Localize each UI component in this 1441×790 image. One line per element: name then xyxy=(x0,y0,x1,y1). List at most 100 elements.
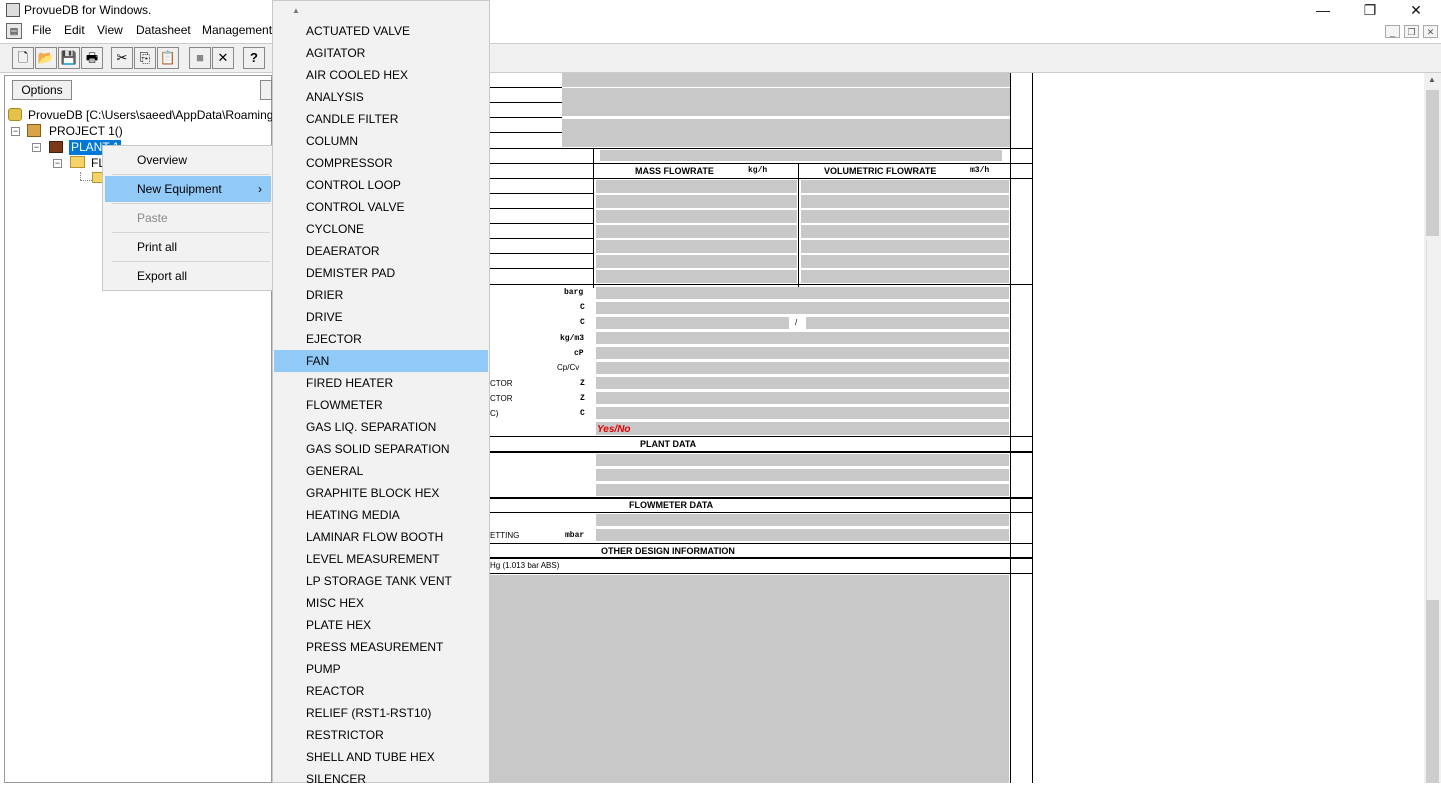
field[interactable] xyxy=(596,317,789,329)
volumetric-field[interactable] xyxy=(801,240,1009,253)
print-icon[interactable]: 🖶 xyxy=(81,47,103,69)
mass-field[interactable] xyxy=(596,225,797,238)
equipment-item-analysis[interactable]: ANALYSIS xyxy=(274,86,488,108)
new-icon[interactable]: 🗋 xyxy=(12,47,34,69)
maximize-button[interactable]: ❐ xyxy=(1347,0,1393,21)
equipment-item-candle-filter[interactable]: CANDLE FILTER xyxy=(274,108,488,130)
equipment-item-laminar-flow-booth[interactable]: LAMINAR FLOW BOOTH xyxy=(274,526,488,548)
equipment-item-drier[interactable]: DRIER xyxy=(274,284,488,306)
equipment-item-fired-heater[interactable]: FIRED HEATER xyxy=(274,372,488,394)
equipment-item-restrictor[interactable]: RESTRICTOR xyxy=(274,724,488,746)
equipment-item-flowmeter[interactable]: FLOWMETER xyxy=(274,394,488,416)
field[interactable] xyxy=(596,302,1009,314)
field[interactable] xyxy=(596,392,1009,404)
help-icon[interactable]: ? xyxy=(243,47,265,69)
save-icon[interactable]: 💾 xyxy=(58,47,80,69)
field[interactable] xyxy=(596,469,1009,481)
mdi-close-button[interactable]: ✕ xyxy=(1423,25,1438,38)
ctx-paste[interactable]: Paste xyxy=(105,205,271,231)
field[interactable] xyxy=(596,332,1009,344)
equipment-item-heating-media[interactable]: HEATING MEDIA xyxy=(274,504,488,526)
equipment-item-pump[interactable]: PUMP xyxy=(274,658,488,680)
minimize-button[interactable]: — xyxy=(1300,0,1346,21)
equipment-item-general[interactable]: GENERAL xyxy=(274,460,488,482)
equipment-item-level-measurement[interactable]: LEVEL MEASUREMENT xyxy=(274,548,488,570)
field[interactable] xyxy=(596,287,1009,299)
ctx-new-equipment[interactable]: New Equipment xyxy=(105,176,271,202)
open-icon[interactable]: 📂 xyxy=(35,47,57,69)
equipment-item-agitator[interactable]: AGITATOR xyxy=(274,42,488,64)
equipment-item-cyclone[interactable]: CYCLONE xyxy=(274,218,488,240)
field[interactable] xyxy=(596,362,1009,374)
mass-field[interactable] xyxy=(596,240,797,253)
mass-field[interactable] xyxy=(596,210,797,223)
equipment-item-column[interactable]: COLUMN xyxy=(274,130,488,152)
equipment-item-ejector[interactable]: EJECTOR xyxy=(274,328,488,350)
ctx-print-all[interactable]: Print all xyxy=(105,234,271,260)
equipment-item-demister-pad[interactable]: DEMISTER PAD xyxy=(274,262,488,284)
volumetric-field[interactable] xyxy=(801,195,1009,208)
notes-field[interactable] xyxy=(490,575,1009,783)
mass-field[interactable] xyxy=(596,255,797,268)
equipment-item-compressor[interactable]: COMPRESSOR xyxy=(274,152,488,174)
yes-no-field[interactable] xyxy=(596,422,1009,435)
equipment-item-air-cooled-hex[interactable]: AIR COOLED HEX xyxy=(274,64,488,86)
options-button[interactable]: Options xyxy=(12,80,72,100)
cut-icon[interactable]: ✂ xyxy=(111,47,133,69)
collapse-project-icon[interactable]: − xyxy=(11,127,20,136)
field[interactable] xyxy=(596,407,1009,419)
volumetric-field[interactable] xyxy=(801,270,1009,283)
scroll-up-icon[interactable]: ▲ xyxy=(288,6,304,18)
tree-project-label[interactable]: PROJECT 1() xyxy=(49,124,123,138)
volumetric-field[interactable] xyxy=(801,180,1009,193)
volumetric-field[interactable] xyxy=(801,225,1009,238)
equipment-item-relief-rst1-rst10[interactable]: RELIEF (RST1-RST10) xyxy=(274,702,488,724)
equipment-item-gas-liq-separation[interactable]: GAS LIQ. SEPARATION xyxy=(274,416,488,438)
scrollbar-thumb[interactable] xyxy=(1426,90,1439,236)
field[interactable] xyxy=(562,88,1010,116)
close-button[interactable]: ✕ xyxy=(1393,0,1439,21)
equipment-item-gas-solid-separation[interactable]: GAS SOLID SEPARATION xyxy=(274,438,488,460)
delete-icon[interactable]: ✕ xyxy=(212,47,234,69)
equipment-item-actuated-valve[interactable]: ACTUATED VALVE xyxy=(274,20,488,42)
field[interactable] xyxy=(562,73,1010,87)
equipment-item-misc-hex[interactable]: MISC HEX xyxy=(274,592,488,614)
scroll-up-icon[interactable]: ▲ xyxy=(1428,75,1436,84)
mdi-restore-button[interactable]: ❐ xyxy=(1404,25,1419,38)
field[interactable] xyxy=(596,529,1009,541)
field[interactable] xyxy=(596,347,1009,359)
field[interactable] xyxy=(596,454,1009,466)
equipment-item-shell-and-tube-hex[interactable]: SHELL AND TUBE HEX xyxy=(274,746,488,768)
equipment-item-graphite-block-hex[interactable]: GRAPHITE BLOCK HEX xyxy=(274,482,488,504)
equipment-item-press-measurement[interactable]: PRESS MEASUREMENT xyxy=(274,636,488,658)
collapse-folder-icon[interactable]: − xyxy=(53,159,62,168)
equipment-item-control-valve[interactable]: CONTROL VALVE xyxy=(274,196,488,218)
ctx-export-all[interactable]: Export all xyxy=(105,263,271,289)
equipment-item-plate-hex[interactable]: PLATE HEX xyxy=(274,614,488,636)
equipment-item-control-loop[interactable]: CONTROL LOOP xyxy=(274,174,488,196)
menu-edit[interactable]: Edit xyxy=(64,23,85,37)
field[interactable] xyxy=(600,150,1002,161)
mass-field[interactable] xyxy=(596,195,797,208)
equipment-item-drive[interactable]: DRIVE xyxy=(274,306,488,328)
scrollbar-track[interactable] xyxy=(1426,240,1439,600)
mass-field[interactable] xyxy=(596,270,797,283)
collapse-plant-icon[interactable]: − xyxy=(32,143,41,152)
volumetric-field[interactable] xyxy=(801,210,1009,223)
stop-icon[interactable]: ■ xyxy=(189,47,211,69)
equipment-item-deaerator[interactable]: DEAERATOR xyxy=(274,240,488,262)
options-secondary-button[interactable] xyxy=(260,80,272,100)
volumetric-field[interactable] xyxy=(801,255,1009,268)
menu-datasheet[interactable]: Datasheet xyxy=(136,23,191,37)
field[interactable] xyxy=(596,377,1009,389)
equipment-item-lp-storage-tank-vent[interactable]: LP STORAGE TANK VENT xyxy=(274,570,488,592)
equipment-item-reactor[interactable]: REACTOR xyxy=(274,680,488,702)
copy-icon[interactable]: ⎘ xyxy=(134,47,156,69)
field[interactable] xyxy=(562,119,1010,147)
menu-file[interactable]: File xyxy=(32,23,51,37)
equipment-item-fan[interactable]: FAN xyxy=(274,350,488,372)
tree-root-label[interactable]: ProvueDB [C:\Users\saeed\AppData\Roaming… xyxy=(28,108,293,122)
scrollbar-thumb[interactable] xyxy=(1426,600,1439,783)
mass-field[interactable] xyxy=(596,180,797,193)
field[interactable] xyxy=(806,317,1009,329)
